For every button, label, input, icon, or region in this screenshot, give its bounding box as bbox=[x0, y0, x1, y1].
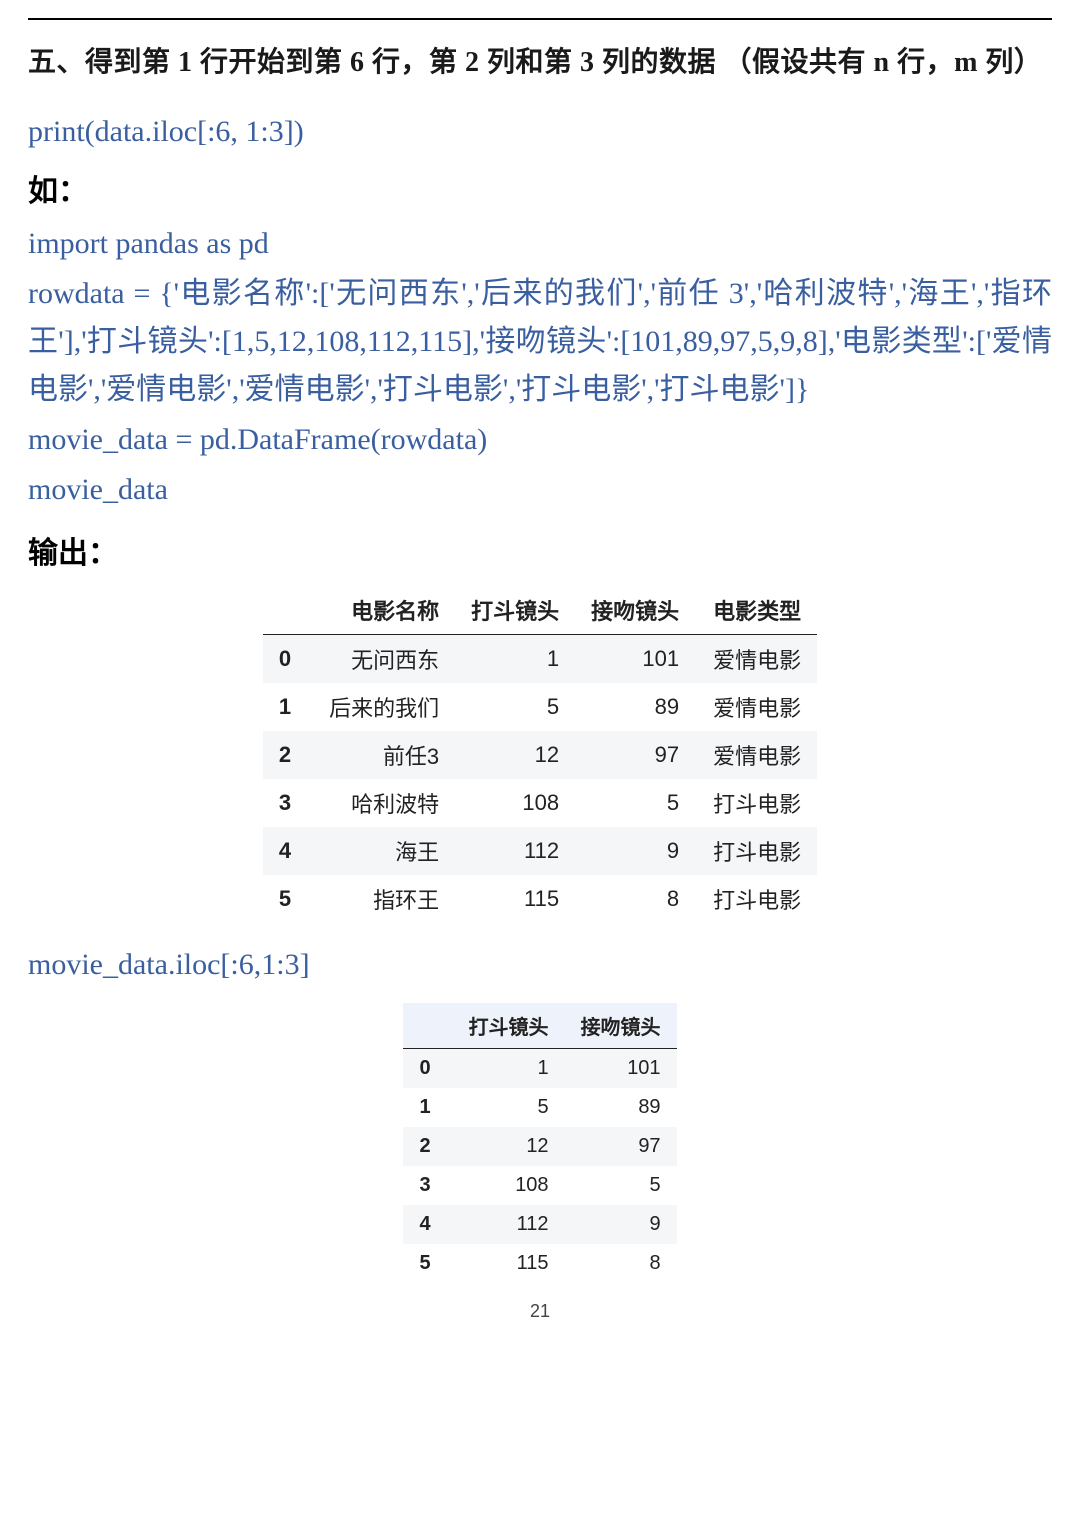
row-index: 5 bbox=[403, 1244, 452, 1283]
row-index: 2 bbox=[263, 731, 313, 779]
table-row: 0 1 101 bbox=[403, 1049, 676, 1089]
table-row: 3 108 5 bbox=[403, 1166, 676, 1205]
cell: 8 bbox=[575, 875, 695, 923]
cell: 9 bbox=[565, 1205, 677, 1244]
table-row: 5 115 8 bbox=[403, 1244, 676, 1283]
table-row: 3 哈利波特 108 5 打斗电影 bbox=[263, 779, 817, 827]
cell: 112 bbox=[455, 827, 575, 875]
cell: 1 bbox=[455, 635, 575, 684]
dataframe-table-sliced: 打斗镜头 接吻镜头 0 1 101 1 5 89 2 12 97 3 108 5… bbox=[403, 1003, 676, 1283]
cell: 后来的我们 bbox=[313, 683, 455, 731]
section-heading: 五、得到第 1 行开始到第 6 行，第 2 列和第 3 列的数据 （假设共有 n… bbox=[28, 42, 1052, 84]
cell: 爱情电影 bbox=[695, 635, 817, 684]
label-output: 输出： bbox=[28, 528, 1052, 572]
row-index: 3 bbox=[403, 1166, 452, 1205]
cell: 108 bbox=[455, 779, 575, 827]
cell: 指环王 bbox=[313, 875, 455, 923]
table-row: 4 海王 112 9 打斗电影 bbox=[263, 827, 817, 875]
row-index: 4 bbox=[263, 827, 313, 875]
row-index: 5 bbox=[263, 875, 313, 923]
cell: 101 bbox=[565, 1049, 677, 1089]
code-line: rowdata = {'电影名称':['无问西东','后来的我们','前任 3'… bbox=[28, 270, 1052, 414]
cell: 5 bbox=[455, 683, 575, 731]
table-row: 2 前任3 12 97 爱情电影 bbox=[263, 731, 817, 779]
cell: 9 bbox=[575, 827, 695, 875]
row-index: 1 bbox=[263, 683, 313, 731]
horizontal-rule bbox=[28, 18, 1052, 20]
table-row: 2 12 97 bbox=[403, 1127, 676, 1166]
cell: 海王 bbox=[313, 827, 455, 875]
code-block-setup: import pandas as pd rowdata = {'电影名称':['… bbox=[28, 220, 1052, 514]
cell: 89 bbox=[565, 1088, 677, 1127]
row-index: 0 bbox=[263, 635, 313, 684]
code-line: movie_data bbox=[28, 466, 1052, 514]
row-index: 1 bbox=[403, 1088, 452, 1127]
cell: 5 bbox=[453, 1088, 565, 1127]
cell: 5 bbox=[565, 1166, 677, 1205]
cell: 97 bbox=[565, 1127, 677, 1166]
cell: 8 bbox=[565, 1244, 677, 1283]
cell: 89 bbox=[575, 683, 695, 731]
dataframe-table-full: 电影名称 打斗镜头 接吻镜头 电影类型 0 无问西东 1 101 爱情电影 1 … bbox=[263, 586, 817, 923]
table-header: 打斗镜头 bbox=[455, 586, 575, 635]
cell: 爱情电影 bbox=[695, 731, 817, 779]
table-header: 接吻镜头 bbox=[575, 586, 695, 635]
code-line: import pandas as pd bbox=[28, 220, 1052, 268]
label-example: 如： bbox=[28, 166, 1052, 210]
table-header: 电影类型 bbox=[695, 586, 817, 635]
row-index: 4 bbox=[403, 1205, 452, 1244]
cell: 115 bbox=[453, 1244, 565, 1283]
table-header-index bbox=[403, 1003, 452, 1049]
cell: 12 bbox=[455, 731, 575, 779]
table-header-index bbox=[263, 586, 313, 635]
cell: 12 bbox=[453, 1127, 565, 1166]
page-number: 21 bbox=[28, 1301, 1052, 1322]
cell: 打斗电影 bbox=[695, 875, 817, 923]
cell: 108 bbox=[453, 1166, 565, 1205]
row-index: 2 bbox=[403, 1127, 452, 1166]
cell: 无问西东 bbox=[313, 635, 455, 684]
cell: 97 bbox=[575, 731, 695, 779]
cell: 爱情电影 bbox=[695, 683, 817, 731]
cell: 前任3 bbox=[313, 731, 455, 779]
table-row: 5 指环王 115 8 打斗电影 bbox=[263, 875, 817, 923]
table-row: 4 112 9 bbox=[403, 1205, 676, 1244]
table-header: 接吻镜头 bbox=[565, 1003, 677, 1049]
cell: 1 bbox=[453, 1049, 565, 1089]
code-line-iloc: movie_data.iloc[:6,1:3] bbox=[28, 941, 1052, 989]
code-line: movie_data = pd.DataFrame(rowdata) bbox=[28, 416, 1052, 464]
cell: 5 bbox=[575, 779, 695, 827]
code-line-print: print(data.iloc[:6, 1:3]) bbox=[28, 108, 1052, 156]
cell: 112 bbox=[453, 1205, 565, 1244]
table-row: 0 无问西东 1 101 爱情电影 bbox=[263, 635, 817, 684]
table-row: 1 后来的我们 5 89 爱情电影 bbox=[263, 683, 817, 731]
cell: 115 bbox=[455, 875, 575, 923]
table-row: 1 5 89 bbox=[403, 1088, 676, 1127]
cell: 哈利波特 bbox=[313, 779, 455, 827]
cell: 101 bbox=[575, 635, 695, 684]
row-index: 0 bbox=[403, 1049, 452, 1089]
cell: 打斗电影 bbox=[695, 779, 817, 827]
row-index: 3 bbox=[263, 779, 313, 827]
table-header: 打斗镜头 bbox=[453, 1003, 565, 1049]
table-header: 电影名称 bbox=[313, 586, 455, 635]
cell: 打斗电影 bbox=[695, 827, 817, 875]
